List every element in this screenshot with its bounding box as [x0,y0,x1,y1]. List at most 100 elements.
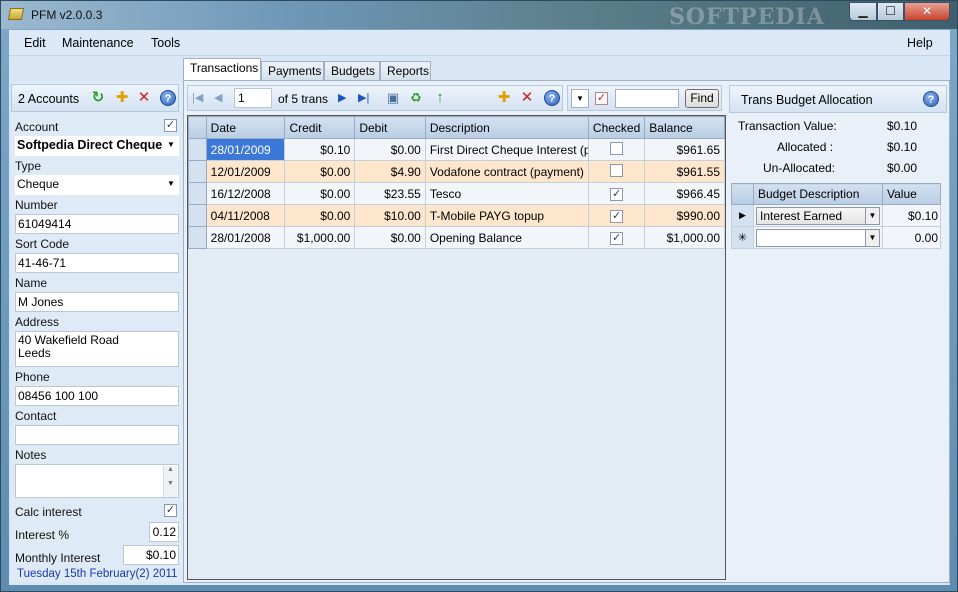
help-icon[interactable]: ? [544,90,560,106]
cell-description[interactable]: Tesco [424,182,589,205]
add-transaction-icon[interactable]: ✚ [496,90,512,106]
cell-debit[interactable]: $0.00 [354,226,426,249]
column-header-date[interactable]: Date [205,116,286,139]
cell-description[interactable]: Opening Balance [424,226,589,249]
first-record-icon[interactable]: |◀ [192,91,203,104]
row-header[interactable] [188,138,207,161]
column-header-balance[interactable]: Balance [644,116,725,139]
table-row[interactable]: ▶ Interest Earned ▼ $0.10 [731,204,941,227]
cell-date[interactable]: 16/12/2008 [205,182,286,205]
table-row[interactable]: 28/01/2009 $0.10 $0.00 First Direct Cheq… [188,138,725,161]
notes-input[interactable]: ▲ ▼ [15,464,179,498]
row-header[interactable] [188,204,207,227]
cell-date[interactable]: 28/01/2008 [205,226,286,249]
tab-transactions[interactable]: Transactions [183,58,261,80]
sort-code-input[interactable]: 41-46-71 [15,253,179,273]
account-active-checkbox[interactable]: ✓ [164,119,177,132]
table-row[interactable]: 12/01/2009 $0.00 $4.90 Vodafone contract… [188,160,725,183]
delete-account-icon[interactable]: ✕ [136,90,152,106]
cell-budget-description[interactable]: Interest Earned ▼ [753,204,883,227]
refresh-icon[interactable]: ↻ [90,90,106,106]
column-header-budget-description[interactable]: Budget Description [753,183,883,205]
row-header[interactable] [188,226,207,249]
cell-description[interactable]: First Direct Cheque Interest (pa... [424,138,589,161]
checked-checkbox[interactable] [610,141,624,155]
column-header-checked[interactable]: Checked [587,116,646,139]
cell-credit[interactable]: $0.00 [284,160,356,183]
contact-input[interactable] [15,425,179,445]
close-button[interactable]: ✕ [904,2,950,21]
table-row[interactable]: 28/01/2008 $1,000.00 $0.00 Opening Balan… [188,226,725,249]
table-row[interactable]: ✳ ▼ 0.00 [731,226,941,249]
cell-credit[interactable]: $0.00 [284,204,356,227]
phone-input[interactable]: 08456 100 100 [15,386,179,406]
cell-debit[interactable]: $23.55 [354,182,426,205]
add-account-icon[interactable]: ✚ [114,90,130,106]
cell-budget-description[interactable]: ▼ [753,226,883,249]
cell-checked[interactable]: ✓ [587,226,646,249]
checked-checkbox[interactable]: ✓ [610,232,624,245]
chevron-down-icon[interactable]: ▼ [865,207,879,224]
row-header[interactable] [188,182,207,205]
budget-description-combo[interactable]: Interest Earned ▼ [756,206,880,225]
tab-reports[interactable]: Reports [380,61,431,80]
cell-checked[interactable] [587,138,646,161]
help-icon[interactable]: ? [923,91,939,107]
column-header-credit[interactable]: Credit [284,116,356,139]
help-icon[interactable]: ? [160,90,176,106]
cell-checked[interactable]: ✓ [587,204,646,227]
cell-checked[interactable]: ✓ [587,182,646,205]
tab-payments[interactable]: Payments [261,61,324,80]
cell-value[interactable]: 0.00 [882,226,941,249]
checked-filter-icon[interactable]: ✓ [595,92,608,105]
report-icon[interactable]: ▣ [385,90,401,106]
menu-maintenance[interactable]: Maintenance [62,36,134,50]
recycle-icon[interactable]: ♻ [408,90,424,106]
cell-date[interactable]: 04/11/2008 [205,204,286,227]
previous-record-icon[interactable]: ◀ [214,91,222,104]
type-select[interactable]: Cheque ▼ [15,175,179,195]
menu-tools[interactable]: Tools [151,36,180,50]
cell-credit[interactable]: $0.10 [284,138,356,161]
up-arrow-icon[interactable]: ↑ [432,90,448,106]
checked-checkbox[interactable]: ✓ [610,188,624,201]
find-button[interactable]: Find [685,89,719,108]
name-input[interactable]: M Jones [15,292,179,312]
find-filter-dropdown[interactable]: ▼ [571,89,589,108]
cell-date[interactable]: 28/01/2009 [205,138,286,161]
column-header-value[interactable]: Value [882,183,941,205]
account-select[interactable]: Softpedia Direct Cheque ▼ [15,136,179,156]
interest-pct-input[interactable]: 0.12 [149,522,179,542]
table-row[interactable]: 16/12/2008 $0.00 $23.55 Tesco ✓ $966.45 [188,182,725,205]
column-header-debit[interactable]: Debit [354,116,426,139]
find-input[interactable] [615,89,679,108]
cell-description[interactable]: Vodafone contract (payment) [424,160,589,183]
cell-credit[interactable]: $1,000.00 [284,226,356,249]
budget-description-combo[interactable]: ▼ [756,228,880,247]
number-input[interactable]: 61049414 [15,214,179,234]
cell-date[interactable]: 12/01/2009 [205,160,286,183]
cell-debit[interactable]: $10.00 [354,204,426,227]
next-record-icon[interactable]: ▶ [338,91,346,104]
cell-debit[interactable]: $0.00 [354,138,426,161]
menu-edit[interactable]: Edit [24,36,46,50]
cell-debit[interactable]: $4.90 [354,160,426,183]
record-position-input[interactable]: 1 [234,88,272,108]
cell-credit[interactable]: $0.00 [284,182,356,205]
cell-value[interactable]: $0.10 [882,204,941,227]
maximize-button[interactable]: ☐ [877,2,904,21]
tab-budgets[interactable]: Budgets [324,61,380,80]
cell-description[interactable]: T-Mobile PAYG topup [424,204,589,227]
cell-checked[interactable] [587,160,646,183]
address-input[interactable]: 40 Wakefield Road Leeds [15,331,179,367]
calc-interest-checkbox[interactable]: ✓ [164,504,177,517]
chevron-down-icon[interactable]: ▼ [865,229,879,246]
table-row[interactable]: 04/11/2008 $0.00 $10.00 T-Mobile PAYG to… [188,204,725,227]
row-header[interactable] [188,160,207,183]
minimize-button[interactable]: ▁ [849,2,877,21]
notes-scrollbar[interactable]: ▲ ▼ [163,466,177,497]
checked-checkbox[interactable]: ✓ [610,210,624,223]
column-header-description[interactable]: Description [424,116,589,139]
menu-help[interactable]: Help [907,36,933,50]
delete-transaction-icon[interactable]: ✕ [519,90,535,106]
